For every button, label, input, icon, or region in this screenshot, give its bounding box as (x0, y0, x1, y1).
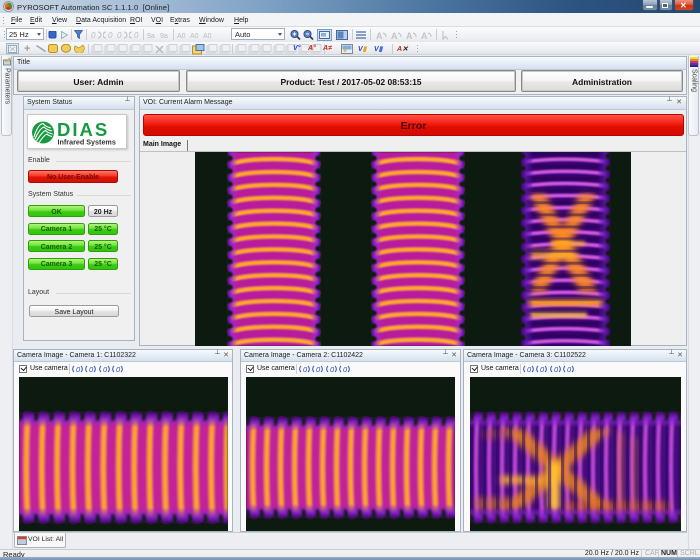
svg-text:0: 0 (117, 31, 122, 40)
svg-text:0: 0 (89, 365, 94, 374)
svg-text:0: 0 (76, 365, 81, 374)
svg-text:0: 0 (567, 365, 572, 374)
svg-text:0: 0 (303, 365, 308, 374)
svg-text:A0: A0 (190, 33, 199, 40)
svg-text:0: 0 (343, 365, 348, 374)
svg-text:9a: 9a (160, 33, 168, 40)
svg-text:0: 0 (108, 31, 113, 40)
svg-text:A: A (406, 31, 413, 41)
svg-text:0: 0 (330, 365, 335, 374)
svg-text:0: 0 (316, 365, 321, 374)
svg-text:A: A (421, 31, 428, 41)
svg-text:0: 0 (91, 31, 96, 40)
svg-text:Infrared Systems: Infrared Systems (58, 138, 116, 147)
svg-text:A: A (391, 31, 398, 41)
svg-text:A0: A0 (177, 33, 186, 40)
svg-text:9a: 9a (147, 33, 155, 40)
svg-text:0: 0 (116, 365, 121, 374)
svg-text:0: 0 (527, 365, 532, 374)
svg-text:0: 0 (540, 365, 545, 374)
svg-text:0: 0 (554, 365, 559, 374)
svg-text:0: 0 (134, 31, 139, 40)
svg-text:0: 0 (103, 365, 108, 374)
svg-text:A0: A0 (203, 33, 212, 40)
svg-text:A: A (376, 31, 383, 41)
